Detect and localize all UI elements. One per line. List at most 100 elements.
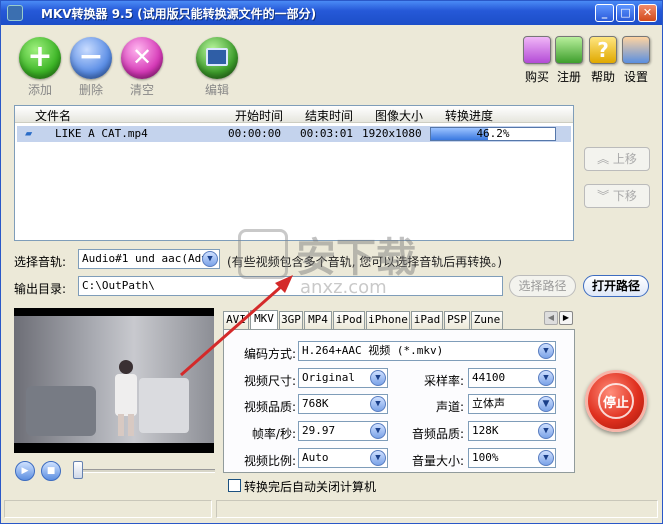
- chevron-down-icon: ▼: [538, 423, 554, 439]
- maximize-button[interactable]: □: [616, 4, 635, 22]
- close-button[interactable]: ✕: [638, 4, 657, 22]
- column-header-start[interactable]: 开始时间: [235, 107, 283, 124]
- table-row[interactable]: ▰ LIKE A CAT.mp4 00:00:00 00:03:01 1920x…: [17, 126, 571, 142]
- video-size-value: Original: [302, 371, 355, 384]
- channels-label: 声道:: [435, 400, 464, 414]
- channels-select[interactable]: 立体声 ▼: [468, 394, 556, 414]
- fps-select[interactable]: 29.97 ▼: [298, 421, 388, 441]
- buy-label: 购买: [524, 70, 549, 84]
- title-bar[interactable]: MKV转换器 9.5 (试用版只能转换源文件的一部分) _ □ ✕: [1, 1, 662, 25]
- chevron-down-icon: ▼: [538, 370, 554, 386]
- status-bar: [4, 498, 660, 520]
- move-down-label: 下移: [612, 189, 637, 203]
- video-size-select[interactable]: Original ▼: [298, 368, 388, 388]
- volume-label: 音量大小:: [411, 454, 464, 468]
- edit-button[interactable]: 编辑: [192, 37, 242, 98]
- move-up-label: 上移: [612, 152, 637, 166]
- chevron-down-icon: ▼: [370, 450, 386, 466]
- file-name: LIKE A CAT.mp4: [55, 127, 148, 140]
- seek-bar[interactable]: [77, 469, 215, 473]
- status-cell-right: [216, 500, 658, 518]
- stop-playback-button[interactable]: ■: [41, 461, 61, 481]
- sample-rate-label: 采样率:: [423, 374, 464, 388]
- tab-ipod[interactable]: iPod: [333, 311, 365, 329]
- tab-iphone[interactable]: iPhone: [366, 311, 410, 329]
- x-icon: ✕: [121, 37, 163, 79]
- end-time: 00:03:01: [300, 127, 353, 140]
- column-header-size[interactable]: 图像大小: [375, 107, 423, 124]
- minus-icon: −: [70, 37, 112, 79]
- image-size: 1920x1080: [362, 127, 422, 140]
- stop-icon: ■: [46, 466, 56, 476]
- output-dir-label: 输出目录:: [14, 282, 67, 296]
- choose-path-button[interactable]: 选择路径: [509, 275, 576, 297]
- sample-rate-select[interactable]: 44100 ▼: [468, 368, 556, 388]
- delete-button[interactable]: − 删除: [66, 37, 116, 98]
- register-button[interactable]: 注册: [552, 36, 586, 85]
- delete-label: 删除: [78, 83, 103, 97]
- annotation-arrow: [180, 275, 293, 377]
- add-button[interactable]: + 添加: [15, 37, 65, 98]
- progress-text: 46.2%: [476, 127, 510, 140]
- tab-ipad[interactable]: iPad: [411, 311, 443, 329]
- clear-button[interactable]: ✕ 清空: [117, 37, 167, 98]
- chevron-down-icon: ▼: [538, 450, 554, 466]
- shutdown-checkbox[interactable]: [228, 479, 241, 492]
- volume-value: 100%: [472, 451, 499, 464]
- column-header-progress[interactable]: 转换进度: [445, 107, 493, 124]
- file-list-header: 文件名 开始时间 结束时间 图像大小 转换进度: [15, 106, 573, 123]
- chevron-down-icon: ▼: [370, 370, 386, 386]
- tab-zune[interactable]: Zune: [471, 311, 503, 329]
- column-header-end[interactable]: 结束时间: [305, 107, 353, 124]
- plus-icon: +: [19, 37, 61, 79]
- tab-scroll-right-icon[interactable]: ▶: [559, 311, 573, 325]
- chevron-down-icon: ▼: [538, 343, 554, 359]
- chevron-down-icon: ▼: [370, 396, 386, 412]
- edit-label: 编辑: [204, 83, 229, 97]
- video-quality-select[interactable]: 768K ▼: [298, 394, 388, 414]
- aspect-value: Auto: [302, 451, 329, 464]
- audio-quality-label: 音频品质:: [411, 427, 464, 441]
- tab-scroll-left-icon[interactable]: ◀: [544, 311, 558, 325]
- gear-icon: [622, 36, 650, 64]
- open-path-button[interactable]: 打开路径: [583, 275, 649, 297]
- play-icon: ▶: [21, 466, 29, 476]
- tab-mp4[interactable]: MP4: [304, 311, 332, 329]
- chevron-down-icon: ▼: [370, 423, 386, 439]
- cart-icon: [523, 36, 551, 64]
- channels-value: 立体声: [472, 397, 505, 410]
- settings-button[interactable]: 设置: [619, 36, 653, 85]
- app-window: MKV转换器 9.5 (试用版只能转换源文件的一部分) _ □ ✕ + 添加 −…: [0, 0, 663, 524]
- aspect-label: 视频比例:: [243, 454, 296, 468]
- audio-quality-select[interactable]: 128K ▼: [468, 421, 556, 441]
- register-label: 注册: [556, 70, 581, 84]
- add-label: 添加: [27, 83, 52, 97]
- chevron-down-icon: ▼: [538, 396, 554, 412]
- aspect-select[interactable]: Auto ▼: [298, 448, 388, 468]
- move-down-button[interactable]: ︾ 下移: [584, 184, 650, 208]
- fps-value: 29.97: [302, 424, 336, 437]
- codec-select[interactable]: H.264+AAC 视频 (*.mkv) ▼: [298, 341, 556, 361]
- help-label: 帮助: [590, 70, 615, 84]
- start-time: 00:00:00: [228, 127, 281, 140]
- stop-button[interactable]: 停止: [585, 370, 647, 432]
- key-icon: [555, 36, 583, 64]
- conversion-progress-bar: 46.2%: [430, 127, 556, 141]
- play-button[interactable]: ▶: [15, 461, 35, 481]
- minimize-button[interactable]: _: [595, 4, 614, 22]
- shutdown-label: 转换完后自动关闭计算机: [244, 480, 377, 494]
- seek-thumb[interactable]: [73, 461, 83, 479]
- buy-button[interactable]: 购买: [520, 36, 554, 85]
- sample-rate-value: 44100: [472, 371, 506, 384]
- codec-value: H.264+AAC 视频 (*.mkv): [302, 344, 444, 357]
- file-list[interactable]: 文件名 开始时间 结束时间 图像大小 转换进度 ▰ LIKE A CAT.mp4…: [14, 105, 574, 241]
- window-title: MKV转换器 9.5 (试用版只能转换源文件的一部分): [41, 7, 317, 21]
- fps-label: 帧率/秒:: [251, 427, 296, 441]
- app-icon: [7, 5, 23, 21]
- tab-psp[interactable]: PSP: [444, 311, 470, 329]
- volume-select[interactable]: 100% ▼: [468, 448, 556, 468]
- move-up-button[interactable]: ︽ 上移: [584, 147, 650, 171]
- help-button[interactable]: ? 帮助: [586, 36, 620, 85]
- column-header-name[interactable]: 文件名: [35, 107, 71, 124]
- video-quality-label: 视频品质:: [243, 400, 296, 414]
